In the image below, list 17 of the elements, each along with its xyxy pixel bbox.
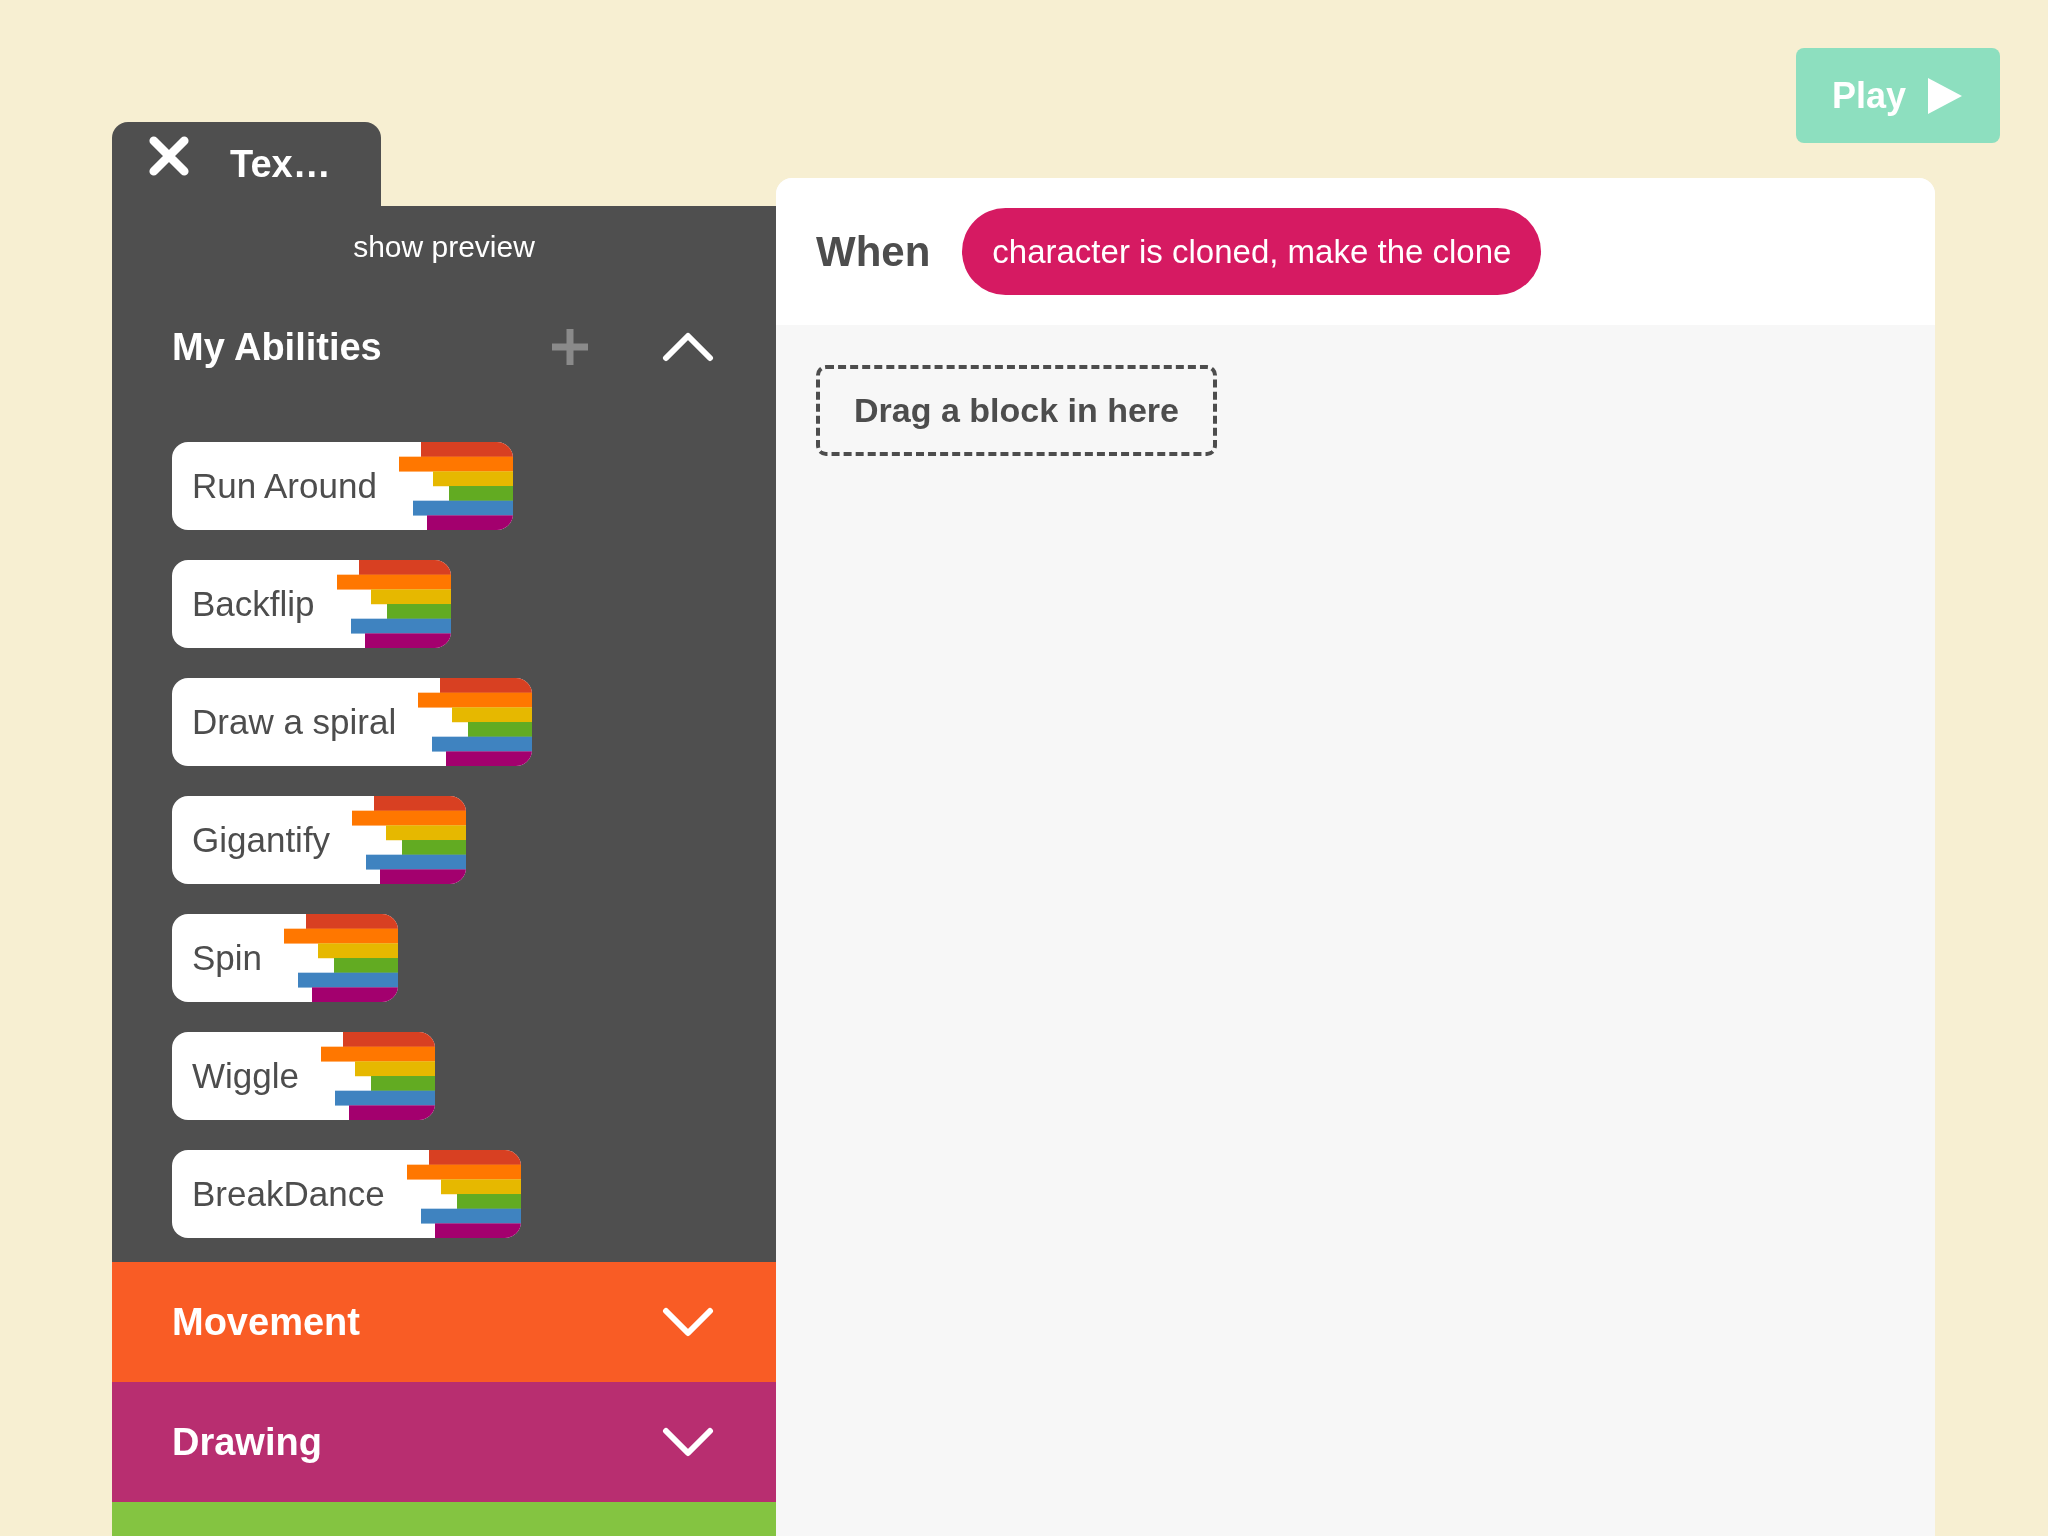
ability-block[interactable]: Spin	[172, 914, 399, 1002]
section-title: My Abilities	[172, 325, 383, 369]
ability-block[interactable]: BreakDance	[172, 1150, 521, 1238]
when-label: When	[816, 227, 931, 276]
tab-title: Tex…	[230, 142, 331, 186]
ability-block[interactable]: Gigantify	[172, 796, 467, 884]
ability-block[interactable]: Draw a spiral	[172, 678, 533, 766]
chevron-icon[interactable]	[662, 1427, 714, 1457]
ability-block[interactable]: Backflip	[172, 560, 451, 648]
ability-block[interactable]: Run Around	[172, 442, 513, 530]
chevron-icon[interactable]	[662, 332, 714, 362]
drop-zone[interactable]: Drag a block in here	[816, 365, 1217, 456]
category-header[interactable]: Drawing	[112, 1382, 776, 1502]
close-icon[interactable]	[148, 135, 190, 177]
show-preview-link[interactable]: show preview	[353, 230, 535, 263]
ability-block[interactable]: Wiggle	[172, 1032, 435, 1120]
trigger-block[interactable]: character is cloned, make the clone	[962, 208, 1542, 295]
